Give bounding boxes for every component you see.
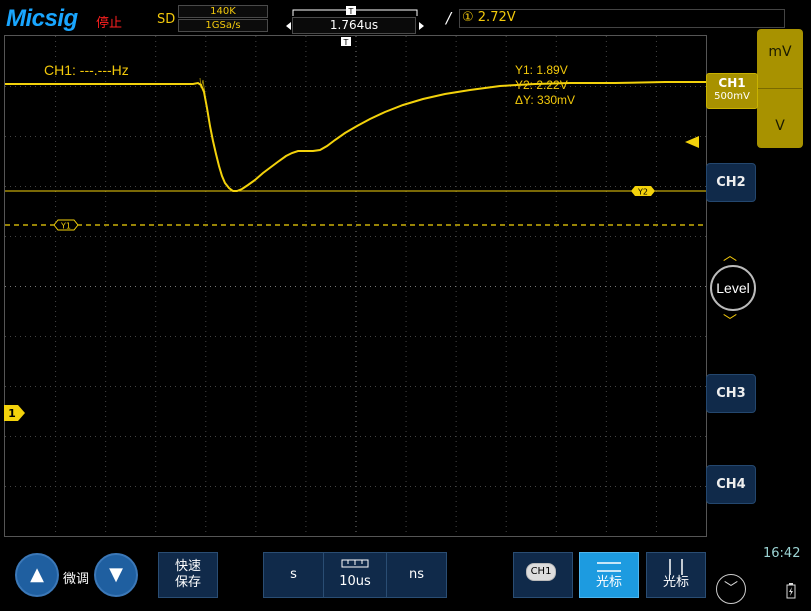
fine-down-button[interactable]: ▼ <box>94 553 138 597</box>
fine-up-button[interactable]: ▲ <box>15 553 59 597</box>
horizontal-cursor-icon <box>597 562 621 572</box>
brand-logo: Micsig <box>6 5 78 32</box>
battery-icon <box>786 583 796 599</box>
triangle-up-icon: ▲ <box>30 564 44 585</box>
cursor-vertical-label: 光标 <box>662 575 689 590</box>
cursor-horizontal-label: 光标 <box>595 575 622 590</box>
ch4-button[interactable]: CH4 <box>706 465 756 504</box>
svg-text:Y2: Y2 <box>637 188 648 197</box>
scroll-right-icon <box>419 22 424 30</box>
svg-text:Y1: Y1 <box>60 222 71 231</box>
ch1-label: CH1 <box>718 76 746 90</box>
clock: 16:42 <box>763 546 801 561</box>
scroll-left-icon <box>286 22 291 30</box>
frequency-readout: CH1: ---.---Hz <box>44 62 129 78</box>
cursor-horizontal-button[interactable]: 光标 <box>579 552 639 598</box>
svg-text:1: 1 <box>8 407 16 420</box>
waveform-display[interactable]: T <box>4 35 707 537</box>
run-status[interactable]: 停止 <box>96 12 122 31</box>
cursor-vertical-button[interactable]: 光标 <box>646 552 706 598</box>
svg-text:T: T <box>348 7 354 16</box>
ch1-ground-marker[interactable]: 1 <box>4 405 26 421</box>
waveform-grid: T <box>5 36 706 532</box>
ch3-button[interactable]: CH3 <box>706 374 756 413</box>
level-down-icon[interactable]: ﹀ <box>723 311 737 331</box>
cursor-y2-tag[interactable]: Y2 <box>631 185 655 197</box>
ruler-icon <box>341 559 369 568</box>
ch1-chip: CH1 <box>526 563 556 581</box>
time-unit-ns-button[interactable]: ns <box>386 552 447 598</box>
fine-adjust-label: 微调 <box>63 572 90 587</box>
level-up-icon[interactable]: ︿ <box>723 245 737 265</box>
cursor-y1-readout: Y1: 1.89V <box>515 63 568 77</box>
unit-v-button[interactable]: V <box>758 118 802 134</box>
timebase-position[interactable]: 1.764us <box>292 17 416 34</box>
ch1-button[interactable]: CH1 500mV <box>706 73 758 109</box>
memory-depth: 140K <box>178 5 268 18</box>
cursor-dy-readout: ΔY: 330mV <box>515 93 576 107</box>
cursor-source-button[interactable]: CH1 <box>513 552 573 598</box>
expand-menu-icon[interactable]: ﹀ <box>716 574 746 604</box>
sample-rate: 1GSa/s <box>178 19 268 32</box>
ch1-scale: 500mV <box>714 91 750 102</box>
ch2-button[interactable]: CH2 <box>706 163 756 202</box>
trigger-level: ① 2.72V <box>462 10 516 25</box>
level-knob[interactable]: Level <box>710 265 756 311</box>
vertical-cursor-icon <box>669 559 683 575</box>
acquisition-mode[interactable]: SD <box>157 12 175 27</box>
timebase-scale: 10us <box>339 574 371 589</box>
trigger-level-arrow[interactable] <box>685 136 699 148</box>
timebase-scale-button[interactable]: 10us <box>323 552 387 598</box>
triangle-down-icon: ▼ <box>109 564 123 585</box>
time-unit-s-button[interactable]: s <box>263 552 324 598</box>
cursor-y1-tag[interactable]: Y1 <box>54 219 78 231</box>
cursor-y2-readout: Y2: 2.22V <box>515 78 568 92</box>
svg-text:T: T <box>343 38 349 47</box>
rising-edge-icon: / <box>446 9 452 27</box>
unit-mv-button[interactable]: mV <box>758 44 802 60</box>
quick-save-button[interactable]: 快速 保存 <box>158 552 218 598</box>
